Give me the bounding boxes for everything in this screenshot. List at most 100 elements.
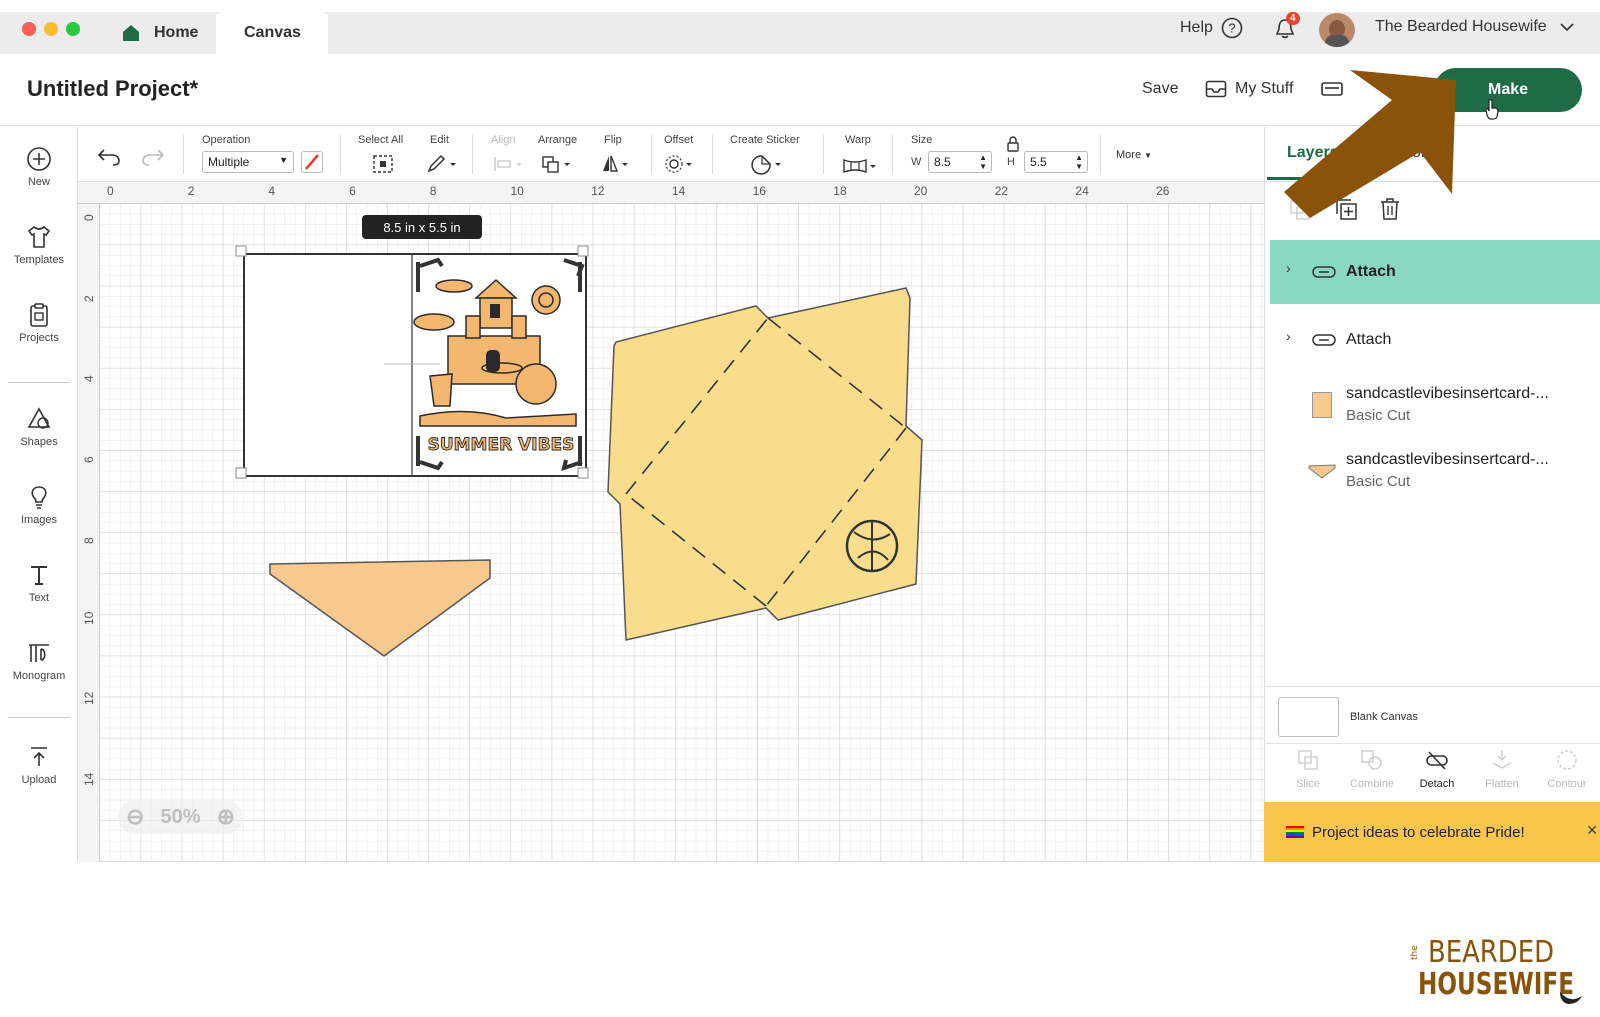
height-value: 5.5: [1030, 155, 1047, 169]
warp-button[interactable]: [842, 156, 878, 181]
contour-button[interactable]: Contour: [1535, 748, 1599, 790]
align-button[interactable]: [492, 154, 524, 179]
layer-item[interactable]: sandcastlevibesinsertcard-... Basic Cut: [1270, 380, 1600, 438]
summer-vibes-artwork[interactable]: SUMMER VIBES: [406, 256, 596, 476]
tab-home[interactable]: Home: [118, 12, 198, 54]
sidebar-item-text[interactable]: Text: [0, 562, 78, 604]
layer-title: Attach: [1346, 331, 1392, 348]
sidebar-item-shapes[interactable]: Shapes: [0, 406, 78, 448]
offset-button[interactable]: [664, 154, 696, 179]
close-icon[interactable]: ✕: [1586, 822, 1598, 839]
toolbar-divider: [712, 134, 713, 174]
sidebar-item-upload[interactable]: Upload: [0, 744, 78, 786]
zoom-out-icon[interactable]: ⊖: [126, 804, 144, 830]
tab-canvas-label: Canvas: [244, 24, 301, 41]
toolbar-divider: [651, 134, 652, 174]
design-canvas[interactable]: SUMMER VIBES: [78, 182, 1264, 862]
chevron-right-icon[interactable]: ›: [1286, 260, 1291, 276]
promo-banner[interactable]: Project ideas to celebrate Pride! ✕: [1264, 802, 1600, 862]
attach-icon: [1312, 334, 1336, 346]
zoom-level: 50%: [160, 805, 201, 828]
more-button[interactable]: More ▼: [1116, 149, 1152, 161]
warp-label: Warp: [845, 134, 871, 146]
ruler-tick-label: 2: [82, 295, 96, 302]
ruler-tick-label: 4: [82, 375, 96, 383]
toolbar-divider: [183, 134, 184, 174]
flip-button[interactable]: [600, 154, 632, 179]
detach-icon: [1426, 751, 1448, 770]
toolbar-divider: [472, 134, 473, 174]
ruler-tick-label: 26: [1156, 184, 1170, 198]
tab-home-label: Home: [154, 24, 199, 41]
sidebar-item-monogram[interactable]: Monogram: [0, 640, 78, 682]
slice-icon: [1298, 750, 1318, 770]
ruler-tick-label: 18: [833, 184, 847, 198]
sidebar-item-new[interactable]: New: [0, 146, 78, 188]
redo-button[interactable]: [140, 146, 166, 171]
arrange-button[interactable]: [540, 154, 572, 179]
height-label: H: [1007, 156, 1015, 168]
operation-select[interactable]: Multiple ▼: [202, 151, 294, 173]
project-title[interactable]: Untitled Project*: [27, 76, 198, 102]
ruler-tick-label: 14: [82, 772, 96, 786]
zoom-control[interactable]: ⊖ 50% ⊕: [118, 800, 243, 834]
sidebar-item-projects[interactable]: Projects: [0, 302, 78, 344]
blank-canvas-label: Blank Canvas: [1350, 711, 1418, 723]
arrange-icon: [542, 156, 570, 173]
undo-button[interactable]: [96, 146, 122, 171]
sidebar-item-templates[interactable]: Templates: [0, 224, 78, 266]
layer-item[interactable]: sandcastlevibesinsertcard-... Basic Cut: [1270, 446, 1600, 504]
width-input[interactable]: 8.5 ▲ ▼: [928, 151, 992, 173]
undo-icon: [97, 149, 120, 166]
sidebar-item-label: Monogram: [12, 670, 66, 682]
edit-label: Edit: [430, 134, 449, 146]
select-all-button[interactable]: [372, 154, 394, 179]
zoom-in-icon[interactable]: ⊕: [217, 804, 235, 830]
offset-icon: [665, 155, 692, 173]
notifications-button[interactable]: 4: [1272, 12, 1300, 47]
zoom-window-button[interactable]: [66, 22, 80, 36]
chevron-right-icon[interactable]: ›: [1286, 328, 1291, 344]
ruler-tick-label: 12: [82, 691, 96, 706]
close-window-button[interactable]: [22, 22, 36, 36]
sidebar-item-images[interactable]: Images: [0, 484, 78, 526]
layer-subtitle: Basic Cut: [1346, 473, 1411, 490]
ruler-tick-label: 14: [671, 184, 686, 198]
height-input[interactable]: 5.5 ▲ ▼: [1024, 151, 1088, 173]
ruler-tick-label: 16: [752, 184, 766, 198]
plus-circle-icon: [27, 147, 51, 171]
orange-wedge-shape[interactable]: [266, 556, 496, 666]
avatar[interactable]: [1319, 13, 1355, 47]
flatten-button[interactable]: Flatten: [1470, 748, 1534, 790]
slice-button[interactable]: Slice: [1276, 748, 1340, 790]
size-label: Size: [911, 134, 933, 146]
detach-button[interactable]: Detach: [1405, 748, 1469, 790]
select-all-icon: [373, 155, 393, 173]
logo-small-text: the: [1410, 945, 1420, 960]
warp-icon: [843, 159, 876, 173]
save-button[interactable]: Save: [1142, 80, 1178, 98]
envelope-shape[interactable]: [598, 284, 938, 654]
stepper-icon: ▲ ▼: [979, 153, 987, 171]
ruler-tick-label: 24: [1075, 184, 1089, 198]
layer-subtitle: Basic Cut: [1346, 407, 1411, 424]
sidebar-divider: [8, 382, 70, 383]
layer-thumbnail: [1312, 392, 1332, 418]
tab-canvas[interactable]: Canvas: [216, 12, 328, 54]
redo-icon: [142, 149, 165, 166]
combine-button[interactable]: Combine: [1340, 748, 1404, 790]
help-button[interactable]: Help ?: [1180, 17, 1243, 39]
edit-button[interactable]: [426, 154, 458, 179]
account-menu[interactable]: The Bearded Housewife: [1375, 18, 1575, 36]
create-sticker-button[interactable]: [750, 154, 784, 181]
minimize-window-button[interactable]: [44, 22, 58, 36]
blank-canvas-swatch[interactable]: [1278, 697, 1339, 737]
layer-item[interactable]: › Attach: [1270, 318, 1600, 362]
operation-color-swatch[interactable]: [301, 151, 323, 173]
ruler-tick-label: 8: [82, 537, 96, 544]
lock-aspect-button[interactable]: [1006, 136, 1020, 157]
help-label: Help: [1180, 19, 1213, 36]
upload-icon: [31, 747, 47, 766]
layer-item[interactable]: › Attach: [1270, 240, 1600, 304]
width-label: W: [911, 156, 922, 168]
